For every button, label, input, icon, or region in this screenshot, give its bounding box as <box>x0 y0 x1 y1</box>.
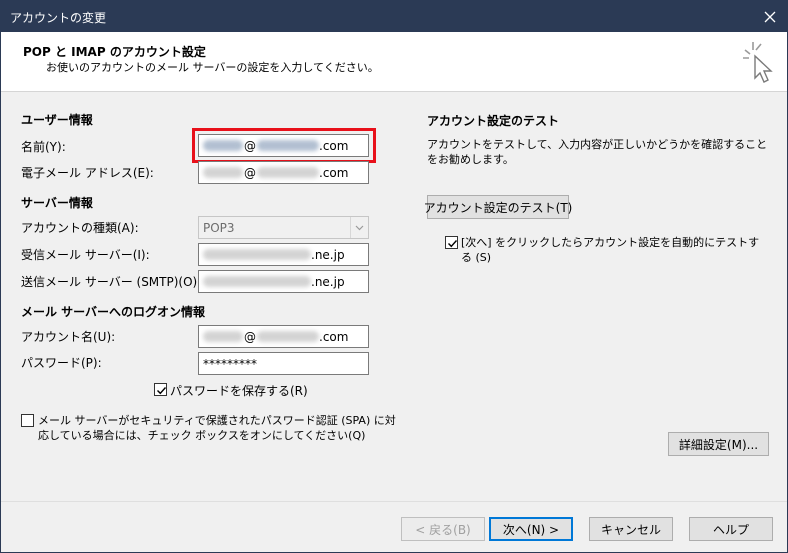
account-domain-tail: .com <box>319 329 349 344</box>
test-heading: アカウント設定のテスト <box>427 114 560 128</box>
password-field[interactable]: ********* <box>198 352 369 375</box>
incoming-server-label: 受信メール サーバー(I): <box>21 248 150 262</box>
account-type-select: POP3 <box>198 216 369 239</box>
header-subtitle: お使いのアカウントのメール サーバーの設定を入力してください。 <box>46 61 379 74</box>
account-name-field[interactable]: @ .com <box>198 325 369 348</box>
dialog-header: POP と IMAP のアカウント設定 お使いのアカウントのメール サーバーの設… <box>1 32 787 92</box>
help-button[interactable]: ヘルプ <box>689 517 773 541</box>
outgoing-server-field[interactable]: .ne.jp <box>198 270 369 293</box>
incoming-domain-tail: .ne.jp <box>311 247 345 262</box>
test-description: アカウントをテストして、入力内容が正しいかどうかを確認することをお勧めします。 <box>427 138 768 166</box>
spa-checkbox[interactable] <box>21 414 34 427</box>
auto-test-checkbox[interactable] <box>445 236 458 249</box>
user-info-heading: ユーザー情報 <box>21 113 93 127</box>
cancel-button[interactable]: キャンセル <box>589 517 673 541</box>
account-at-sign: @ <box>244 329 256 344</box>
account-type-label: アカウントの種類(A): <box>21 221 139 235</box>
spa-label: メール サーバーがセキュリティで保護されたパスワード認証 (SPA) に対応して… <box>38 414 396 442</box>
password-mask: ********* <box>203 356 257 371</box>
name-field[interactable]: @ .com <box>198 134 369 157</box>
name-label: 名前(Y): <box>21 140 66 154</box>
outgoing-server-label: 送信メール サーバー (SMTP)(O): <box>21 275 202 289</box>
account-settings-dialog: アカウントの変更 POP と IMAP のアカウント設定 お使いのアカウントのメ… <box>0 0 788 553</box>
sparkle-cursor-icon <box>743 42 773 83</box>
email-field[interactable]: @ .com <box>198 161 369 184</box>
logon-info-heading: メール サーバーへのログオン情報 <box>21 305 206 319</box>
close-button[interactable] <box>753 1 787 32</box>
checkmark-icon <box>157 387 167 395</box>
redacted-text <box>203 276 311 287</box>
email-domain-tail: .com <box>319 165 349 180</box>
remember-password-checkbox[interactable] <box>154 383 167 396</box>
incoming-server-field[interactable]: .ne.jp <box>198 243 369 266</box>
redacted-text <box>203 331 243 342</box>
email-label: 電子メール アドレス(E): <box>21 166 154 180</box>
checkmark-icon <box>448 240 458 248</box>
redacted-text <box>257 140 319 151</box>
redacted-text <box>257 331 319 342</box>
auto-test-label: [次へ] をクリックしたらアカウント設定を自動的にテストする (S) <box>461 236 760 264</box>
remember-password-label: パスワードを保存する(R) <box>170 384 308 398</box>
name-at-sign: @ <box>244 138 256 153</box>
account-name-label: アカウント名(U): <box>21 330 116 344</box>
server-info-heading: サーバー情報 <box>21 196 93 210</box>
redacted-text <box>257 167 319 178</box>
account-type-value: POP3 <box>203 220 235 235</box>
title-bar: アカウントの変更 <box>1 1 787 32</box>
redacted-text <box>203 140 243 151</box>
test-account-button[interactable]: アカウント設定のテスト(T) <box>424 195 572 219</box>
advanced-settings-button[interactable]: 詳細設定(M)... <box>668 432 769 456</box>
redacted-text <box>203 167 243 178</box>
window-title: アカウントの変更 <box>10 11 107 25</box>
next-button[interactable]: 次へ(N) > <box>489 517 573 541</box>
outgoing-domain-tail: .ne.jp <box>311 274 345 289</box>
chevron-down-icon <box>350 217 368 238</box>
redacted-text <box>203 249 311 260</box>
name-domain-tail: .com <box>319 138 349 153</box>
close-icon <box>764 11 776 22</box>
password-label: パスワード(P): <box>21 356 102 370</box>
email-at-sign: @ <box>244 165 256 180</box>
header-title: POP と IMAP のアカウント設定 <box>23 45 206 59</box>
footer-divider <box>1 501 787 502</box>
back-button[interactable]: < 戻る(B) <box>401 517 485 541</box>
